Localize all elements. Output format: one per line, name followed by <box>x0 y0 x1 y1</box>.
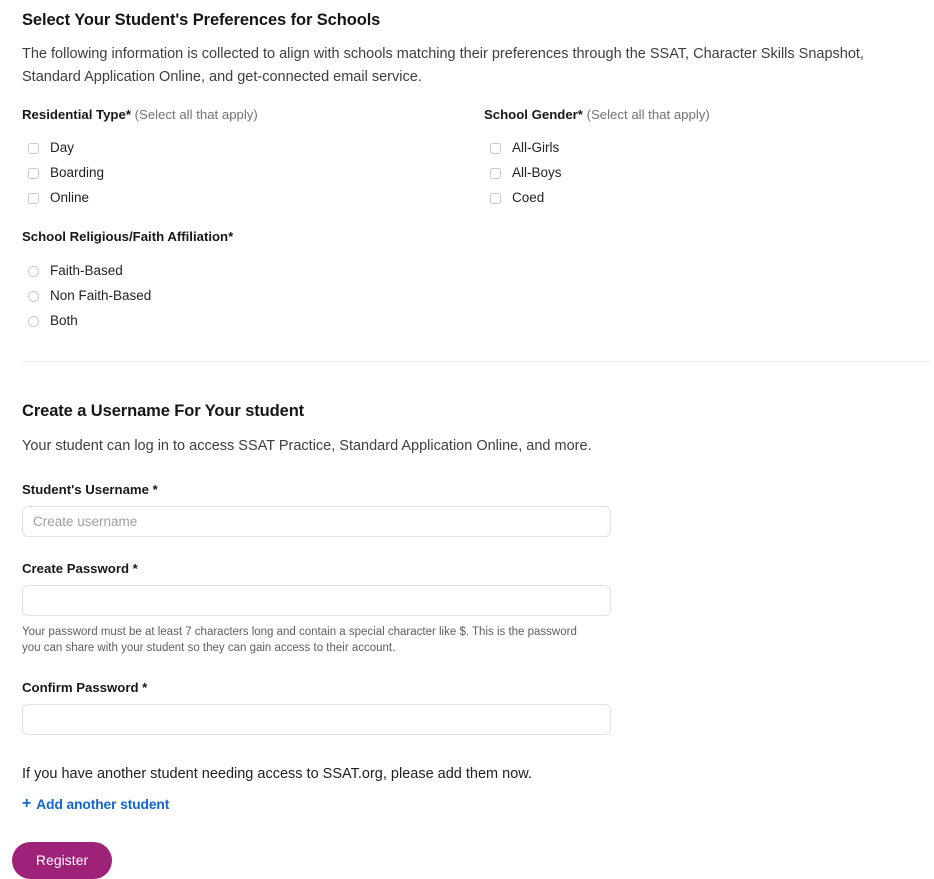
submit-row: Register <box>12 813 912 879</box>
school-gender-label-text: School Gender <box>484 107 578 122</box>
add-another-student-link[interactable]: + Add another student <box>22 796 169 812</box>
checkbox-all-boys-label: All-Boys <box>512 165 562 180</box>
checkbox-row-day[interactable]: Day <box>22 136 484 160</box>
radio-non-faith-based-label: Non Faith-Based <box>50 288 152 303</box>
registration-form-page: Select Your Student's Preferences for Sc… <box>0 0 934 879</box>
preferences-description: The following information is collected t… <box>22 46 864 85</box>
faith-affiliation-group: School Religious/Faith Affiliation* Fait… <box>22 229 484 333</box>
username-field-label: Student's Username * <box>22 482 158 497</box>
school-gender-hint: (Select all that apply) <box>586 107 710 122</box>
confirm-password-input[interactable] <box>22 704 611 735</box>
checkbox-day[interactable] <box>28 142 39 154</box>
another-student-text: If you have another student needing acce… <box>22 766 532 782</box>
username-section-heading: Create a Username For Your student <box>22 402 305 420</box>
username-input[interactable] <box>22 506 611 537</box>
checkbox-day-label: Day <box>50 140 75 155</box>
school-gender-column: School Gender* (Select all that apply) A… <box>484 107 912 334</box>
password-field-label: Create Password * <box>22 561 138 576</box>
username-section-description: Your student can log in to access SSAT P… <box>22 438 592 454</box>
radio-non-faith-based[interactable] <box>28 290 39 302</box>
radio-both[interactable] <box>28 315 39 327</box>
residential-type-label: Residential Type* (Select all that apply… <box>22 107 484 123</box>
preferences-section: Select Your Student's Preferences for Sc… <box>22 0 912 334</box>
checkbox-row-all-boys[interactable]: All-Boys <box>484 161 912 185</box>
checkbox-row-coed[interactable]: Coed <box>484 186 912 210</box>
radio-row-faith-based[interactable]: Faith-Based <box>22 259 484 283</box>
plus-icon: + <box>22 795 32 812</box>
faith-affiliation-label: School Religious/Faith Affiliation* <box>22 229 484 245</box>
faith-affiliation-required-mark: * <box>228 229 234 244</box>
checkbox-all-girls[interactable] <box>490 142 501 154</box>
preferences-heading: Select Your Student's Preferences for Sc… <box>22 11 381 29</box>
confirm-password-field-label: Confirm Password * <box>22 680 148 695</box>
checkbox-row-all-girls[interactable]: All-Girls <box>484 136 912 160</box>
school-gender-label: School Gender* (Select all that apply) <box>484 107 912 123</box>
checkbox-all-girls-label: All-Girls <box>512 140 560 155</box>
checkbox-online[interactable] <box>28 192 39 204</box>
radio-faith-based[interactable] <box>28 265 39 277</box>
checkbox-row-online[interactable]: Online <box>22 186 484 210</box>
checkbox-all-boys[interactable] <box>490 167 501 179</box>
register-button[interactable]: Register <box>12 842 113 879</box>
radio-faith-based-label: Faith-Based <box>50 263 123 278</box>
faith-affiliation-label-text: School Religious/Faith Affiliation <box>22 229 229 244</box>
residential-type-hint: (Select all that apply) <box>134 107 258 122</box>
radio-row-both[interactable]: Both <box>22 309 484 333</box>
checkbox-boarding-label: Boarding <box>50 165 105 180</box>
password-helper-text: Your password must be at least 7 charact… <box>22 626 577 654</box>
password-input[interactable] <box>22 585 611 616</box>
residential-type-required-mark: * <box>125 107 131 122</box>
preferences-columns: Residential Type* (Select all that apply… <box>22 107 912 334</box>
radio-both-label: Both <box>50 313 78 328</box>
residential-type-column: Residential Type* (Select all that apply… <box>22 107 484 334</box>
username-section: Create a Username For Your student Your … <box>12 362 912 879</box>
checkbox-boarding[interactable] <box>28 167 39 179</box>
radio-row-non-faith-based[interactable]: Non Faith-Based <box>22 284 484 308</box>
residential-type-label-text: Residential Type <box>22 107 126 122</box>
add-another-student-label: Add another student <box>36 796 170 812</box>
checkbox-coed[interactable] <box>490 192 501 204</box>
checkbox-online-label: Online <box>50 190 90 205</box>
school-gender-required-mark: * <box>577 107 583 122</box>
checkbox-row-boarding[interactable]: Boarding <box>22 161 484 185</box>
checkbox-coed-label: Coed <box>512 190 545 205</box>
